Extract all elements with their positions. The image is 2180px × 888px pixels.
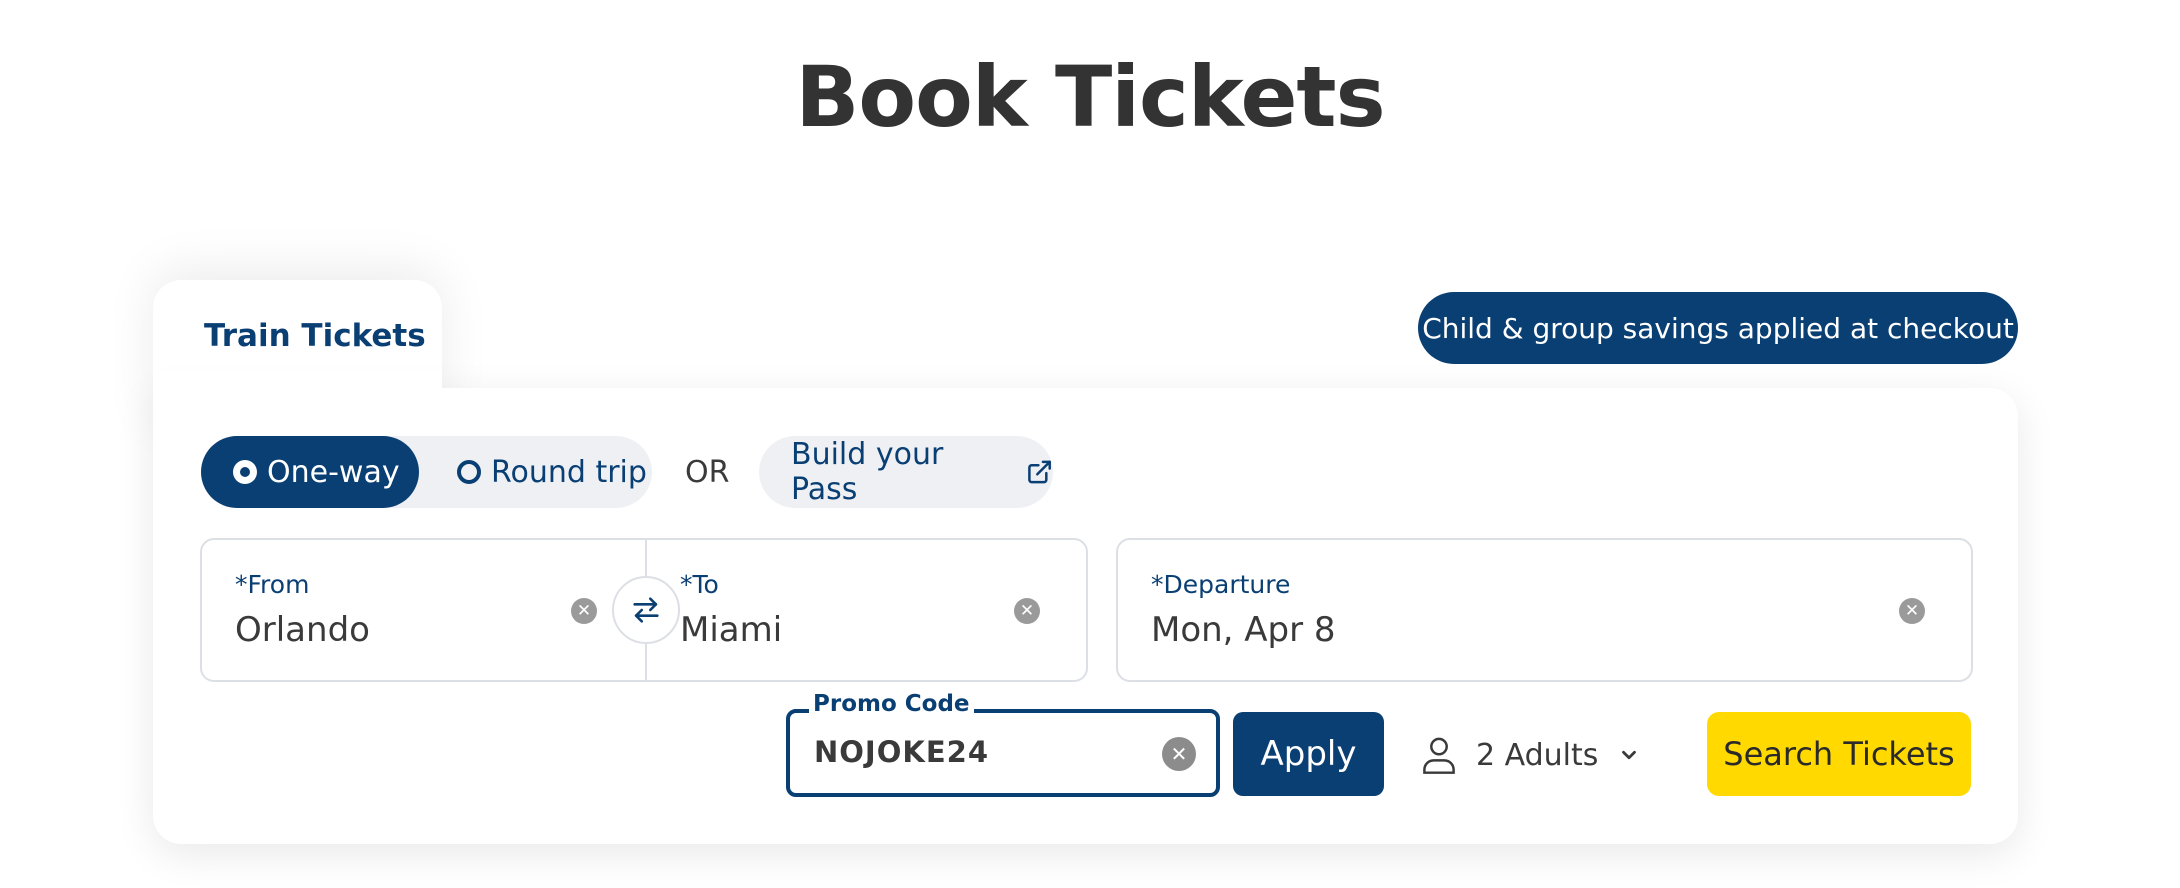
to-value: Miami [680,610,783,650]
build-pass-label: Build your Pass [791,437,944,507]
from-field[interactable]: *From Orlando ✕ [202,540,645,680]
from-label: *From [235,570,310,599]
chevron-down-icon [1622,750,1637,760]
apply-button[interactable]: Apply [1233,712,1384,796]
promo-code-input[interactable] [814,735,1114,769]
departure-field[interactable]: *Departure Mon, Apr 8 ✕ [1116,538,1973,682]
page-title: Book Tickets [795,48,1385,146]
trip-type-toggle: One-way Round trip [201,436,652,508]
radio-unselected-icon [457,460,481,484]
departure-label: *Departure [1151,570,1291,599]
savings-badge: Child & group savings applied at checkou… [1418,292,2018,364]
to-label: *To [680,570,719,599]
promo-code-field[interactable]: Promo Code ✕ [786,691,1220,797]
passenger-selector[interactable]: 2 Adults [1420,730,1658,780]
clear-departure-icon[interactable]: ✕ [1899,598,1925,624]
round-trip-option[interactable]: Round trip [419,436,652,508]
tab-connector [153,370,442,410]
build-pass-button[interactable]: Build your Pass [759,436,1053,508]
or-separator: OR [685,455,730,490]
from-value: Orlando [235,610,370,650]
route-fields: *From Orlando ✕ *To Miami ✕ [200,538,1088,682]
one-way-label: One-way [267,454,400,490]
swap-arrows-icon [633,597,659,623]
swap-button[interactable] [612,576,680,644]
radio-selected-icon [233,460,257,484]
clear-from-icon[interactable]: ✕ [571,598,597,624]
passenger-label: 2 Adults [1476,737,1599,773]
clear-to-icon[interactable]: ✕ [1014,598,1040,624]
departure-value: Mon, Apr 8 [1151,610,1336,650]
external-link-icon [1028,460,1051,484]
tab-label: Train Tickets [204,318,426,354]
promo-code-label: Promo Code [809,691,974,717]
round-trip-label: Round trip [491,454,647,490]
clear-promo-icon[interactable]: ✕ [1162,737,1196,771]
person-icon [1423,737,1455,774]
to-field[interactable]: *To Miami ✕ [647,540,1088,680]
search-tickets-button[interactable]: Search Tickets [1707,712,1971,796]
one-way-option[interactable]: One-way [201,436,419,508]
